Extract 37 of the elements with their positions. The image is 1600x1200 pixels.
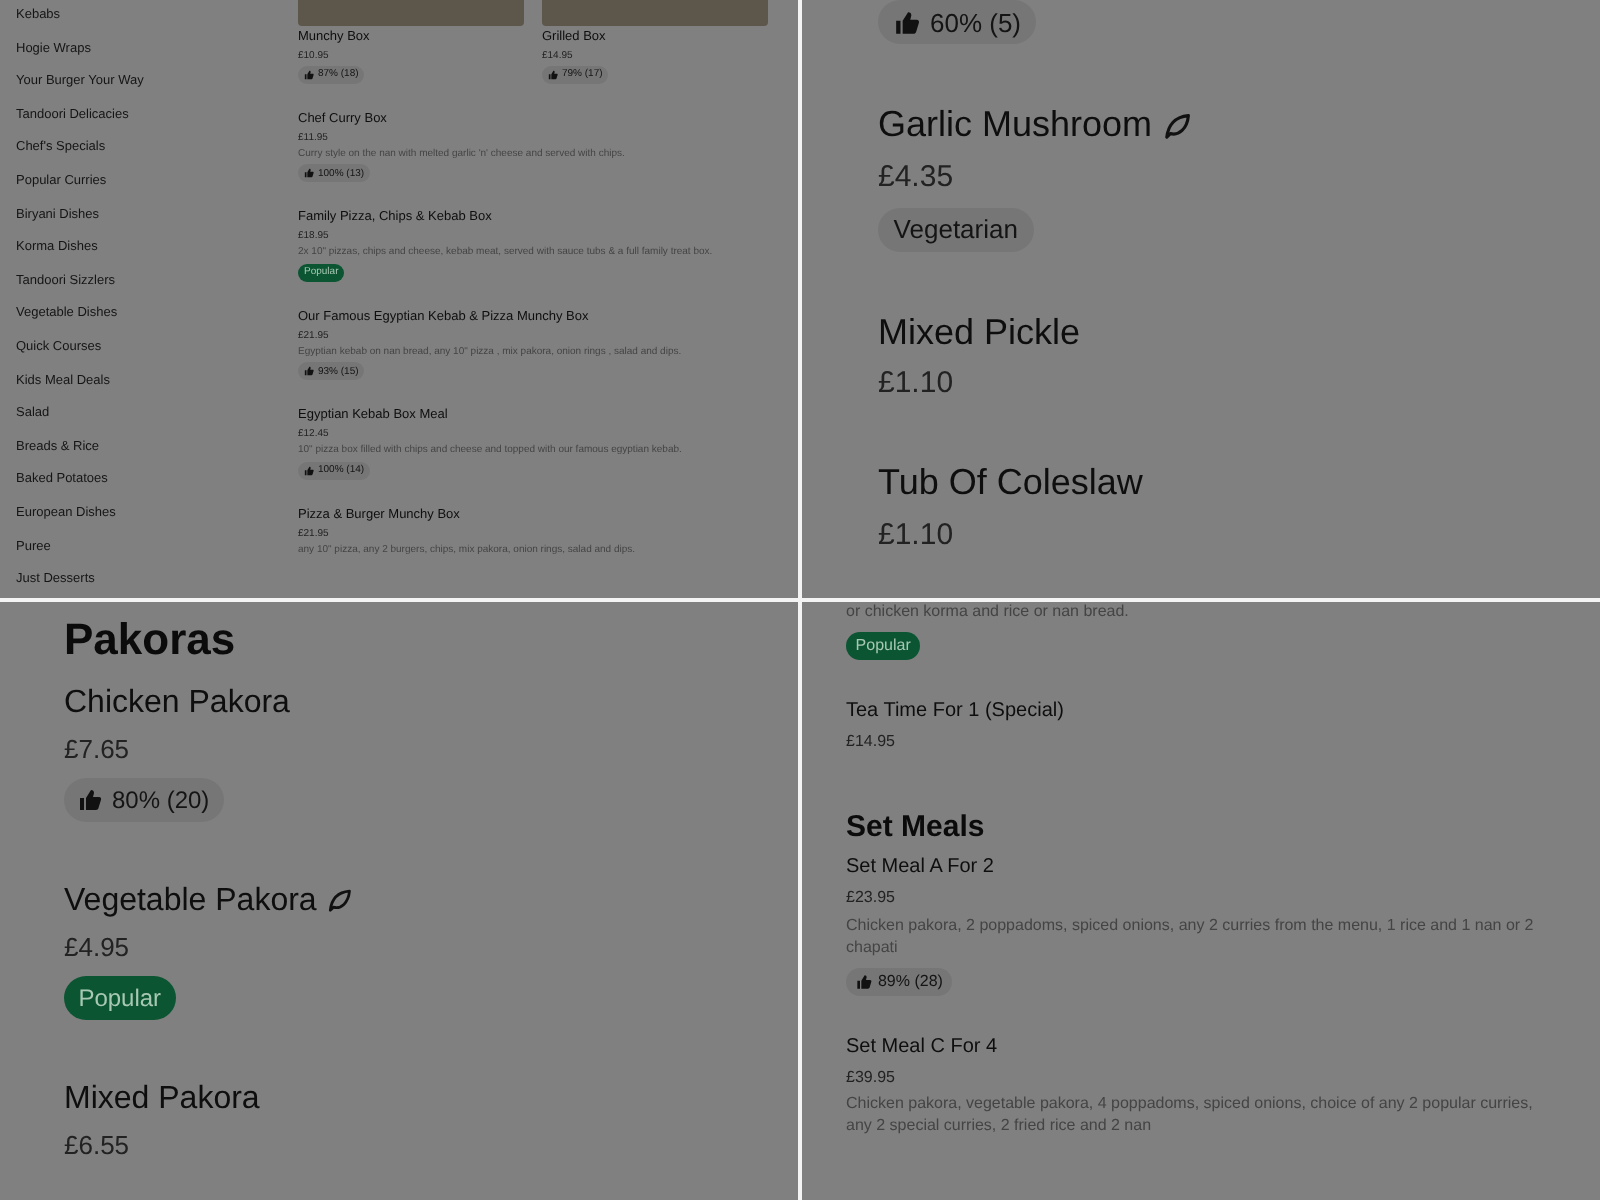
thumbs-up-icon — [304, 366, 314, 377]
item-price: £6.55 — [64, 1129, 130, 1161]
item-description: Chicken pakora, 2 poppadoms, spiced onions, any 2 curries from the menu, 1 rice and 1 nan or 2 chapati — [846, 915, 1536, 960]
item-price: £4.95 — [64, 931, 130, 964]
thumbs-up-icon — [548, 69, 558, 80]
item-name[interactable]: Mixed Pakora — [64, 1079, 260, 1118]
item-price: £1.10 — [878, 517, 954, 554]
item-name[interactable]: Garlic Mushroom — [878, 104, 1153, 148]
item-name[interactable]: Vegetable Pakora — [64, 881, 317, 920]
section-heading: Pakoras — [64, 614, 236, 666]
thumbs-up-icon — [78, 787, 103, 812]
item-name[interactable]: Tea Time For 1 (Special) — [846, 699, 1064, 724]
item-price: £1.10 — [878, 366, 954, 403]
thumbs-up-icon — [304, 69, 314, 80]
thumbs-up-icon — [304, 465, 314, 476]
thumbs-up-icon — [855, 973, 872, 990]
popular-badge: Popular — [64, 975, 176, 1020]
rating-badge: 89% (28) — [846, 967, 953, 996]
item-name[interactable]: Set Meal C For 4 — [846, 1035, 998, 1060]
item-price: £4.35 — [878, 159, 954, 196]
item-price: £7.65 — [64, 734, 130, 766]
item-name[interactable]: Set Meal A For 2 — [846, 856, 994, 881]
item-price: £23.95 — [846, 888, 895, 908]
popular-badge: Popular — [846, 631, 921, 660]
section-heading: Set Meals — [846, 810, 985, 845]
item-name[interactable]: Tub Of Coleslaw — [878, 462, 1143, 506]
item-price: £39.95 — [846, 1067, 895, 1087]
item-price: £14.95 — [846, 731, 895, 751]
vegetarian-badge: Vegetarian — [878, 207, 1034, 252]
item-name[interactable]: Chicken Pakora — [64, 684, 290, 723]
item-description: Chicken pakora, vegetable pakora, 4 poppadoms, spiced onions, choice of any 2 popular curries, any 2 special curries, 2 fried rice and 2 nan — [846, 1094, 1535, 1138]
thumbs-up-icon — [304, 168, 314, 179]
rating-badge: 60% (5) — [878, 0, 1037, 44]
item-name[interactable]: Mixed Pickle — [878, 311, 1081, 355]
item-description: or chicken korma and rice or nan bread. — [846, 602, 1129, 624]
rating-badge: 80% (20) — [64, 777, 224, 822]
thumbs-up-icon — [893, 9, 920, 35]
